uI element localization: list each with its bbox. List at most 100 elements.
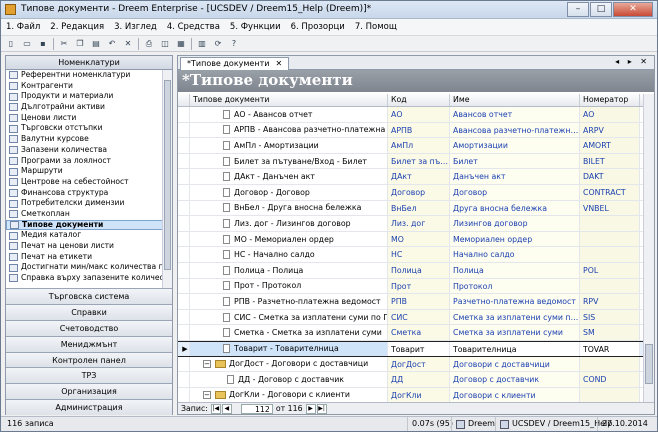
cell-code[interactable]: Товарит bbox=[388, 341, 450, 356]
cell-type[interactable]: РПВ - Разчетно-платежна ведомост bbox=[190, 294, 388, 309]
tab-document-types[interactable]: *Типове документи ✕ bbox=[180, 57, 290, 70]
cell-code[interactable]: ДАкт bbox=[388, 169, 450, 184]
cell-numerator[interactable] bbox=[580, 356, 640, 372]
nav-item[interactable]: Справка върху запазените количества bbox=[6, 273, 172, 284]
nav-section-button[interactable]: Администрация bbox=[6, 399, 172, 416]
nav-section-button[interactable]: Счетоводство bbox=[6, 319, 172, 336]
cell-type[interactable]: МО - Мемориален ордер bbox=[190, 231, 388, 247]
nav-item[interactable]: Контрагенти bbox=[6, 81, 172, 92]
cell-numerator[interactable]: AO bbox=[580, 107, 640, 122]
copy-icon[interactable]: ❐ bbox=[74, 38, 86, 50]
nav-item[interactable]: Печат на етикети bbox=[6, 252, 172, 263]
column-header-name[interactable]: Име bbox=[450, 94, 580, 106]
cell-code[interactable]: МО bbox=[388, 231, 450, 247]
table-row[interactable]: − ДогДост - Договори с доставчици ДогДост Д… bbox=[178, 356, 654, 373]
nav-section-button[interactable]: Контролен панел bbox=[6, 351, 172, 368]
cell-name[interactable]: Авансов отчет bbox=[450, 107, 580, 122]
cell-numerator[interactable]: COND bbox=[580, 372, 640, 387]
table-row[interactable]: Договор - Договор Договор Договор CONTRACT bbox=[178, 184, 654, 201]
minimize-button[interactable]: – bbox=[567, 2, 589, 17]
nav-item[interactable]: Печат на ценови листи bbox=[6, 241, 172, 252]
nav-item[interactable]: Медия каталог bbox=[6, 230, 172, 241]
nav-item[interactable]: Маршрути bbox=[6, 166, 172, 177]
cell-type[interactable]: − ДогДост - Договори с доставчици bbox=[190, 356, 388, 372]
nav-section-button[interactable]: Мениджмънт bbox=[6, 335, 172, 352]
cell-code[interactable]: ДД bbox=[388, 372, 450, 387]
cell-name[interactable]: Сметка за изплатени суми bbox=[450, 325, 580, 340]
nav-item[interactable]: Центрове на себестойност bbox=[6, 177, 172, 188]
nav-item[interactable]: Програми за лоялност bbox=[6, 156, 172, 167]
table-row[interactable]: − ДогКли - Договори с клиенти ДогКли Догово… bbox=[178, 387, 654, 402]
cell-name[interactable]: Начално салдо bbox=[450, 247, 580, 262]
cell-numerator[interactable]: AMORT bbox=[580, 138, 640, 153]
table-row[interactable]: Билет за пътуване/Вход - Билет Билет за п… bbox=[178, 153, 654, 170]
tab-close-icon[interactable]: ✕ bbox=[275, 59, 282, 68]
cell-type[interactable]: АО - Авансов отчет bbox=[190, 107, 388, 122]
maximize-button[interactable]: □ bbox=[590, 2, 612, 17]
cell-name[interactable]: Авансова разчетно-платежна ве... bbox=[450, 122, 580, 138]
cell-code[interactable]: Договор bbox=[388, 184, 450, 200]
undo-icon[interactable]: ↶ bbox=[106, 38, 118, 50]
menu-file[interactable]: 1. Файл bbox=[1, 22, 45, 32]
cell-code[interactable]: ДогКли bbox=[388, 387, 450, 402]
cell-numerator[interactable]: CONTRACT bbox=[580, 184, 640, 200]
nav-item[interactable]: Дълготрайни активи bbox=[6, 102, 172, 113]
tab-nav-icons[interactable]: ◂ ▸ ✕ bbox=[615, 57, 650, 66]
cell-numerator[interactable]: SIS bbox=[580, 309, 640, 325]
nav-item[interactable]: Запазени количества bbox=[6, 145, 172, 156]
cell-numerator[interactable]: DAKT bbox=[580, 169, 640, 184]
table-row[interactable]: АмПл - Амортизации АмПл Амортизации AMORT bbox=[178, 138, 654, 154]
cell-name[interactable]: Разчетно-платежна ведомост bbox=[450, 294, 580, 309]
cell-code[interactable]: АО bbox=[388, 107, 450, 122]
table-row[interactable]: РПВ - Разчетно-платежна ведомост РПВ Разче… bbox=[178, 294, 654, 310]
menu-edit[interactable]: 2. Редакция bbox=[45, 22, 109, 32]
nav-item[interactable]: Сметкоплан bbox=[6, 209, 172, 220]
cell-code[interactable]: НС bbox=[388, 247, 450, 262]
cell-type[interactable]: Лиз. дог - Лизингов договор bbox=[190, 216, 388, 231]
delete-icon[interactable]: ✕ bbox=[122, 38, 134, 50]
cell-name[interactable]: Лизингов договор bbox=[450, 216, 580, 231]
cell-type[interactable]: НС - Начално салдо bbox=[190, 247, 388, 262]
menu-functions[interactable]: 5. Функции bbox=[225, 22, 286, 32]
cell-name[interactable]: Договори с доставчици bbox=[450, 356, 580, 372]
table-row[interactable]: Лиз. дог - Лизингов договор Лиз. дог Лизин… bbox=[178, 216, 654, 232]
cell-name[interactable]: Друга вносна бележка bbox=[450, 200, 580, 216]
paste-icon[interactable]: ▤ bbox=[90, 38, 102, 50]
next-record-icon[interactable]: ▶ bbox=[305, 403, 316, 414]
preview-icon[interactable]: ◫ bbox=[159, 38, 171, 50]
cell-code[interactable]: ВнБел bbox=[388, 200, 450, 216]
table-row[interactable]: АО - Авансов отчет АО Авансов отчет AO bbox=[178, 107, 654, 123]
nav-item[interactable]: Потребителски димензии bbox=[6, 198, 172, 209]
column-header-code[interactable]: Код bbox=[388, 94, 450, 106]
cell-code[interactable]: АРПВ bbox=[388, 122, 450, 138]
cell-numerator[interactable]: SM bbox=[580, 325, 640, 340]
cell-type[interactable]: АмПл - Амортизации bbox=[190, 138, 388, 153]
menu-windows[interactable]: 6. Прозорци bbox=[286, 22, 350, 32]
cell-name[interactable]: Билет bbox=[450, 153, 580, 169]
menu-tools[interactable]: 4. Средства bbox=[162, 22, 225, 32]
cell-type[interactable]: Товарит - Товарителница bbox=[190, 341, 388, 356]
cell-code[interactable]: Сметка bbox=[388, 325, 450, 340]
nav-item[interactable]: Продукти и материали bbox=[6, 91, 172, 102]
table-row[interactable]: Сметка - Сметка за изплатени суми Сметка С… bbox=[178, 325, 654, 341]
nav-scroll-thumb[interactable] bbox=[164, 80, 171, 270]
cell-code[interactable]: РПВ bbox=[388, 294, 450, 309]
cell-type[interactable]: АРПВ - Авансова разчетно-платежна ве... bbox=[190, 122, 388, 138]
cell-code[interactable]: АмПл bbox=[388, 138, 450, 153]
cell-code[interactable]: ДогДост bbox=[388, 356, 450, 372]
table-row[interactable]: ДД - Договор с доставчик ДД Договор с дост… bbox=[178, 372, 654, 388]
new-icon[interactable]: ▯ bbox=[5, 38, 17, 50]
cell-numerator[interactable]: RPV bbox=[580, 294, 640, 309]
refresh-icon[interactable]: ⟳ bbox=[212, 38, 224, 50]
collapse-icon[interactable]: − bbox=[203, 390, 211, 399]
cell-code[interactable]: Прот bbox=[388, 278, 450, 294]
cell-numerator[interactable]: ARPV bbox=[580, 122, 640, 138]
close-button[interactable]: ✕ bbox=[613, 2, 653, 17]
cell-numerator[interactable]: POL bbox=[580, 262, 640, 278]
grid-scroll-thumb[interactable] bbox=[645, 344, 653, 384]
grid-scrollbar[interactable] bbox=[643, 94, 654, 402]
column-header-numerator[interactable]: Номератор bbox=[580, 94, 640, 106]
report-icon[interactable]: ▦ bbox=[175, 38, 187, 50]
cell-numerator[interactable]: VNBEL bbox=[580, 200, 640, 216]
table-row[interactable]: ДАкт - Данъчен акт ДАкт Данъчен акт DAKT bbox=[178, 169, 654, 185]
